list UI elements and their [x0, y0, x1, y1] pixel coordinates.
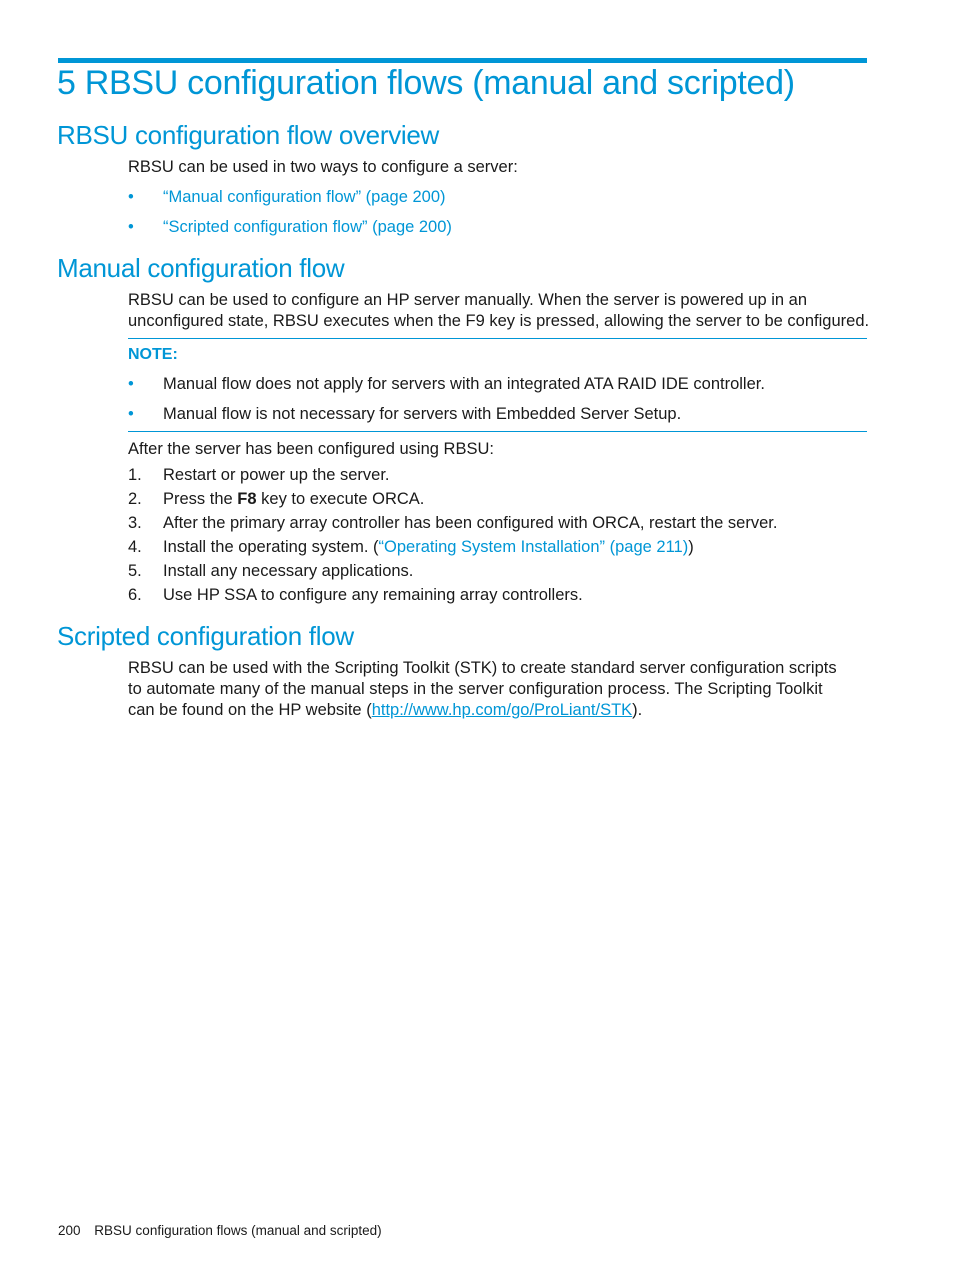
bullet-icon: • [128, 218, 134, 236]
manual-flow-link[interactable]: “Manual configuration flow” (page 200) [163, 187, 446, 208]
note-item-text: Manual flow does not apply for servers w… [163, 375, 765, 393]
footer-chapter-title: RBSU configuration flows (manual and scr… [94, 1223, 382, 1238]
os-installation-link[interactable]: “Operating System Installation” (page 21… [379, 538, 689, 556]
bullet-icon: • [128, 375, 134, 393]
step-text: After the primary array controller has b… [163, 514, 778, 532]
note-bottom-rule [128, 431, 867, 432]
section-heading-scripted: Scripted configuration flow [57, 621, 354, 651]
step-text: Install any necessary applications. [163, 562, 414, 580]
step-number: 4. [128, 538, 142, 556]
key-f8: F8 [237, 490, 257, 508]
section-heading-manual: Manual configuration flow [57, 253, 345, 283]
note-item-text: Manual flow is not necessary for servers… [163, 405, 682, 423]
scripted-para-line2: to automate many of the manual steps in … [128, 680, 823, 698]
page-number: 200 [58, 1223, 81, 1238]
step-text: Restart or power up the server. [163, 466, 390, 484]
step-text: Press the F8 key to execute ORCA. [163, 489, 424, 510]
note-label: NOTE: [128, 346, 178, 363]
step-text-pre: Press the [163, 490, 238, 508]
step-text: Use HP SSA to configure any remaining ar… [163, 586, 583, 604]
step-number: 2. [128, 490, 142, 508]
scripted-para-line3: can be found on the HP website (http://w… [128, 700, 642, 721]
chapter-title: 5 RBSU configuration flows (manual and s… [57, 64, 795, 102]
bullet-icon: • [128, 188, 134, 206]
scripted-para-line1: RBSU can be used with the Scripting Tool… [128, 659, 837, 677]
scripted-flow-link[interactable]: “Scripted configuration flow” (page 200) [163, 217, 452, 238]
section-heading-overview: RBSU configuration flow overview [57, 120, 440, 150]
step-number: 1. [128, 466, 142, 484]
manual-para-line1: RBSU can be used to configure an HP serv… [128, 291, 807, 309]
step-text-post: ) [688, 538, 694, 556]
stk-website-link[interactable]: http://www.hp.com/go/ProLiant/STK [372, 701, 632, 719]
step-number: 6. [128, 586, 142, 604]
step-text-pre: Install the operating system. ( [163, 538, 379, 556]
after-intro: After the server has been configured usi… [128, 440, 494, 458]
scripted-line3-pre: can be found on the HP website ( [128, 701, 372, 719]
chapter-top-rule [58, 58, 867, 63]
note-top-rule [128, 338, 867, 339]
scripted-line3-post: ). [632, 701, 643, 719]
page-footer: 200 RBSU configuration flows (manual and… [58, 1223, 382, 1238]
step-text-post: key to execute ORCA. [256, 490, 425, 508]
step-number: 3. [128, 514, 142, 532]
step-text: Install the operating system. (“Operatin… [163, 537, 694, 558]
overview-intro: RBSU can be used in two ways to configur… [128, 158, 518, 176]
manual-para-line2: unconfigured state, RBSU executes when t… [128, 312, 870, 330]
bullet-icon: • [128, 405, 134, 423]
step-number: 5. [128, 562, 142, 580]
